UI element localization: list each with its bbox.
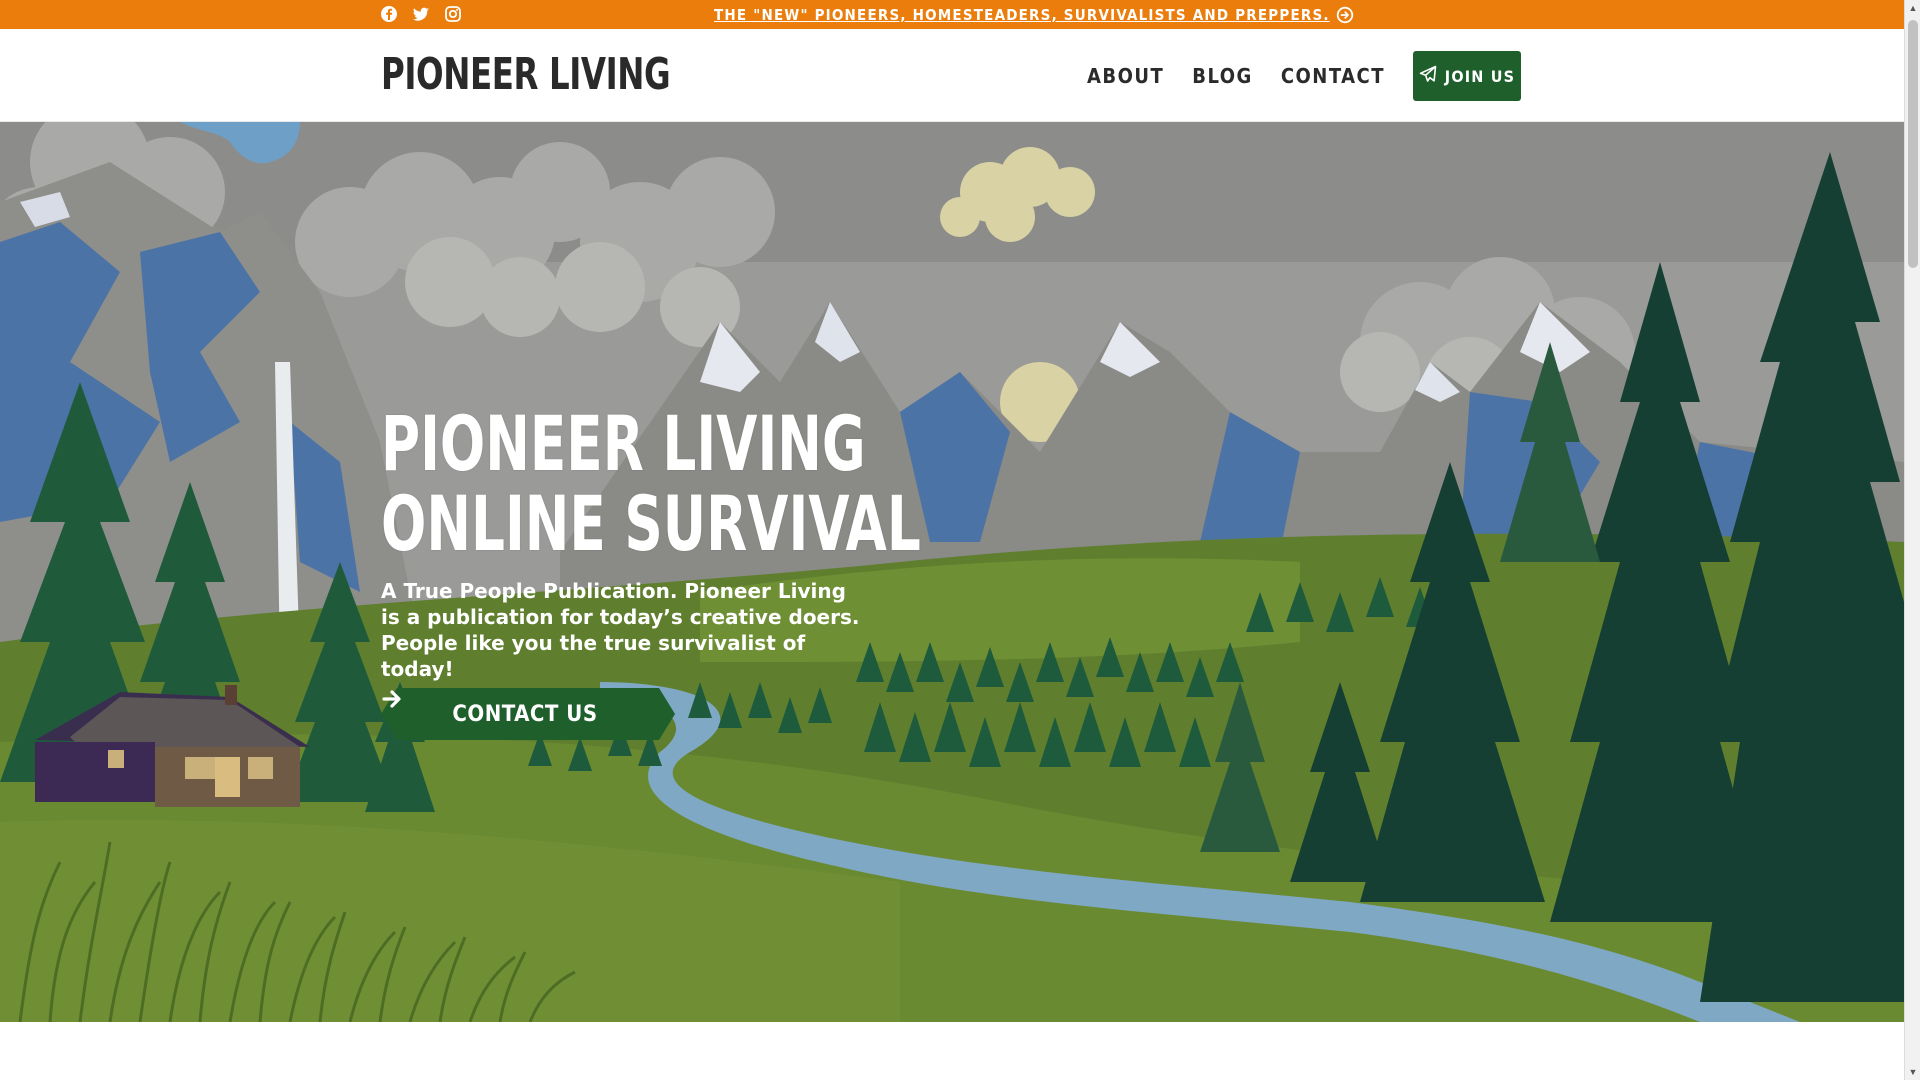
page-scrollbar[interactable]: ▲ ▼ <box>1904 0 1920 1080</box>
scroll-up-icon[interactable]: ▲ <box>1908 3 1918 13</box>
announcement-text: THE "NEW" PIONEERS, HOMESTEADERS, SURVIV… <box>714 6 1330 24</box>
facebook-icon[interactable] <box>380 5 398 23</box>
contact-us-button[interactable]: CONTACT US <box>381 688 675 740</box>
page: THE "NEW" PIONEERS, HOMESTEADERS, SURVIV… <box>0 0 1904 1080</box>
hero-content: PIONEER LIVING ONLINE SURVIVAL A True Pe… <box>381 404 1073 682</box>
main-nav: ABOUT BLOG CONTACT JOIN US <box>1087 51 1521 101</box>
nav-blog[interactable]: BLOG <box>1192 64 1253 88</box>
hero-title: PIONEER LIVING ONLINE SURVIVAL <box>381 404 921 564</box>
site-header: PIONEER LIVING ABOUT BLOG CONTACT JOIN U… <box>0 29 1904 122</box>
social-links <box>380 5 462 23</box>
scroll-down-icon[interactable]: ▼ <box>1908 1067 1918 1077</box>
hero-section: PIONEER LIVING ONLINE SURVIVAL A True Pe… <box>0 122 1904 1022</box>
nav-about[interactable]: ABOUT <box>1087 64 1164 88</box>
twitter-icon[interactable] <box>412 5 430 23</box>
site-logo[interactable]: PIONEER LIVING <box>381 49 671 100</box>
hero-subtitle: A True People Publication. Pioneer Livin… <box>381 579 860 681</box>
hero-title-line-2: ONLINE SURVIVAL <box>381 479 921 568</box>
arrow-circle-right-icon <box>1336 6 1354 24</box>
join-us-label: JOIN US <box>1444 66 1516 86</box>
join-us-button[interactable]: JOIN US <box>1413 51 1521 101</box>
hero-title-line-1: PIONEER LIVING <box>381 399 866 488</box>
announcement-bar: THE "NEW" PIONEERS, HOMESTEADERS, SURVIV… <box>0 0 1904 29</box>
nav-contact[interactable]: CONTACT <box>1281 64 1385 88</box>
announcement-link[interactable]: THE "NEW" PIONEERS, HOMESTEADERS, SURVIV… <box>714 4 1354 26</box>
scrollbar-thumb[interactable] <box>1908 20 1918 268</box>
paper-plane-icon <box>1419 65 1437 87</box>
contact-us-label: CONTACT US <box>452 701 598 727</box>
instagram-icon[interactable] <box>444 5 462 23</box>
contact-us-content: CONTACT US <box>381 688 675 740</box>
